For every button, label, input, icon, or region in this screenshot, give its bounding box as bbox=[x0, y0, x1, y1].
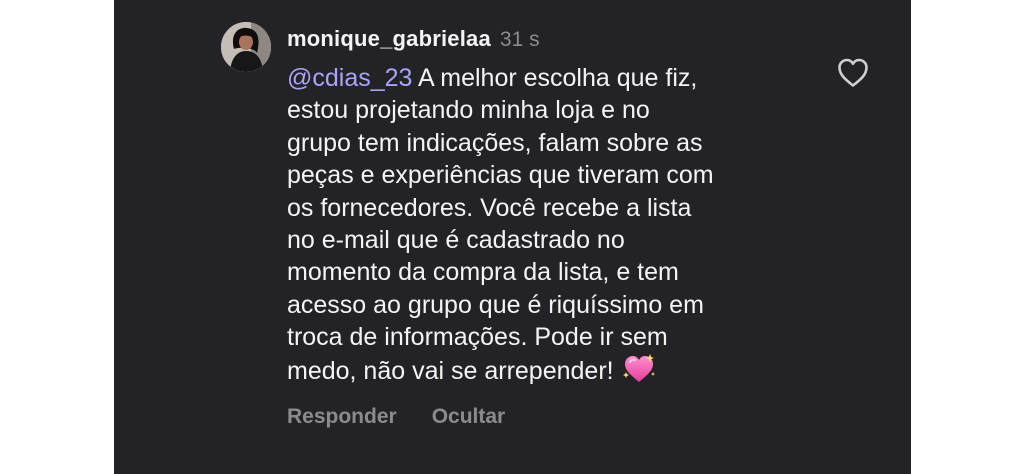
heart-outline-icon bbox=[838, 58, 868, 87]
comment-line: os fornecedores. Você recebe a lista bbox=[287, 193, 692, 222]
comment-line: medo, não vai se arrepender! bbox=[287, 353, 817, 392]
like-button[interactable] bbox=[836, 57, 870, 89]
comment-line: grupo tem indicações, falam sobre as bbox=[287, 128, 703, 157]
comment-line: acesso ao grupo que é riquíssimo em bbox=[287, 290, 704, 319]
comment-line-text: medo, não vai se arrepender! bbox=[287, 356, 614, 385]
reply-button[interactable]: Responder bbox=[287, 405, 397, 429]
hide-button[interactable]: Ocultar bbox=[432, 405, 506, 429]
sparkling-heart-emoji-icon bbox=[622, 353, 656, 392]
comment-header: monique_gabrielaa 31 s bbox=[287, 26, 540, 56]
comment-line: momento da compra da lista, e tem bbox=[287, 258, 679, 287]
comment-line: estou projetando minha loja e no bbox=[287, 96, 650, 125]
comment-line: @cdias_23 A melhor escolha que fiz, bbox=[287, 62, 817, 94]
comment-line: no e-mail que é cadastrado no bbox=[287, 226, 625, 255]
mention-link[interactable]: @cdias_23 bbox=[287, 64, 412, 92]
comment-actions: Responder Ocultar bbox=[287, 405, 505, 429]
comment-line: peças e experiências que tiveram com bbox=[287, 161, 714, 190]
comment-text: @cdias_23 A melhor escolha que fiz, esto… bbox=[287, 62, 817, 392]
username[interactable]: monique_gabrielaa bbox=[287, 26, 491, 52]
comment-line-text: A melhor escolha que fiz, bbox=[412, 64, 698, 92]
timestamp: 31 s bbox=[499, 28, 540, 51]
avatar[interactable] bbox=[221, 22, 271, 72]
avatar-image bbox=[221, 22, 271, 72]
comment-line: troca de informações. Pode ir sem bbox=[287, 323, 668, 352]
